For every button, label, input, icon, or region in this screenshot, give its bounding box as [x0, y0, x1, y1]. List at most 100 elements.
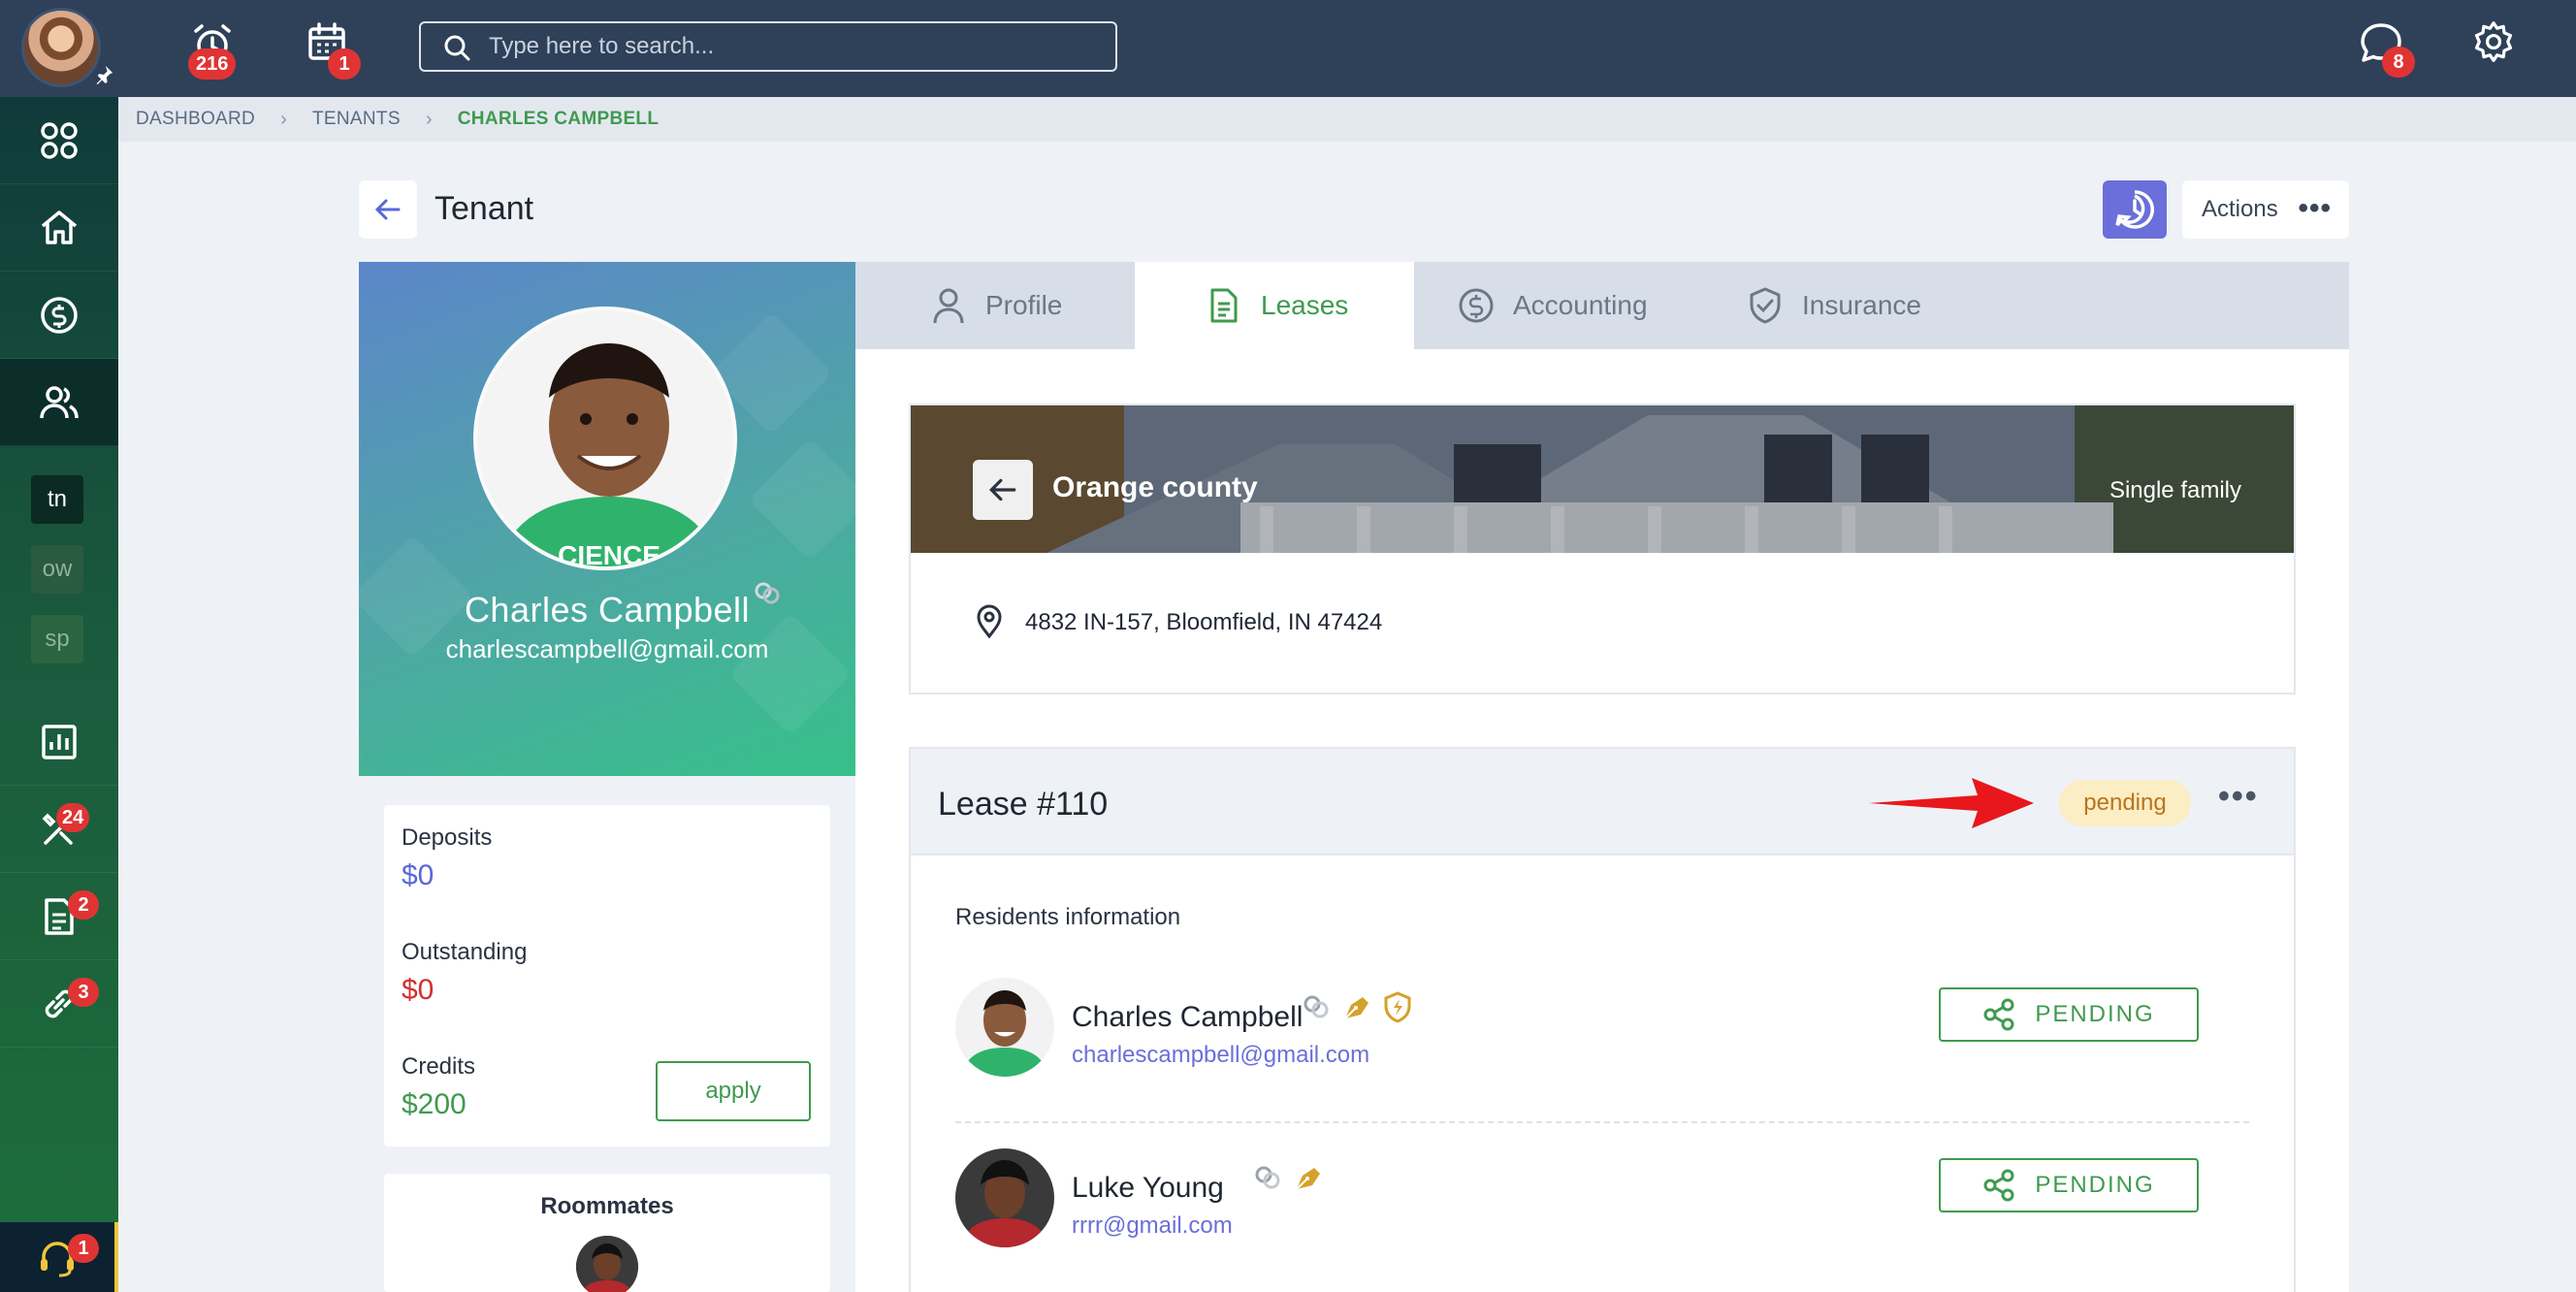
share-icon: [1983, 998, 2014, 1031]
tab-insurance[interactable]: Insurance: [1746, 262, 1959, 349]
documents-count-badge: 2: [68, 890, 99, 920]
sidebar-item-apps[interactable]: [0, 97, 118, 184]
resident-row: Charles Campbell charlescampbell@gmail.c…: [955, 978, 2249, 1110]
resident-email[interactable]: rrrr@gmail.com: [1072, 1212, 1233, 1240]
tenant-photo: CIENCE: [473, 307, 737, 570]
tab-leases[interactable]: Leases: [1135, 262, 1414, 349]
property-address: 4832 IN-157, Bloomfield, IN 47424: [1025, 609, 1383, 635]
lease-more-icon[interactable]: •••: [2218, 778, 2259, 816]
resident-name[interactable]: Luke Young: [1072, 1172, 1224, 1205]
lease-title: Lease #110: [938, 786, 1109, 823]
resident-avatar[interactable]: [955, 1148, 1054, 1247]
roommate-avatar[interactable]: [576, 1236, 638, 1292]
pin-icon: [96, 65, 113, 85]
deposits-label: Deposits: [402, 824, 493, 851]
calendar-count-badge: 1: [328, 48, 361, 80]
tab-leases-label: Leases: [1261, 290, 1349, 320]
breadcrumb: DASHBOARD › TENANTS › CHARLES CAMPBELL: [118, 97, 2576, 142]
search-box[interactable]: [419, 21, 1117, 72]
search-icon: [444, 35, 470, 61]
sidebar: tn ow sp 24 2 3: [0, 97, 118, 1292]
map-pin-icon: [977, 604, 1002, 638]
breadcrumb-tenants[interactable]: TENANTS: [312, 109, 401, 130]
resident-icons: [1252, 1162, 1324, 1193]
dollar-circle-icon: [1459, 288, 1494, 323]
settings-button[interactable]: [2471, 19, 2520, 68]
more-icon: •••: [2298, 192, 2332, 224]
back-button[interactable]: [359, 180, 417, 239]
links-count-badge: 3: [68, 978, 99, 1007]
chevron-right-icon: ›: [425, 108, 433, 130]
svg-text:CIENCE: CIENCE: [558, 540, 660, 570]
resident-name[interactable]: Charles Campbell: [1072, 1001, 1303, 1034]
shield-lightning-icon: [1384, 991, 1411, 1022]
outstanding-value: $0: [402, 974, 435, 1006]
home-icon: [41, 210, 78, 244]
resident-pending-button[interactable]: PENDING: [1939, 987, 2199, 1042]
tenant-email: charlescampbell@gmail.com: [445, 634, 769, 663]
search-input[interactable]: [489, 33, 1115, 60]
breadcrumb-dashboard[interactable]: DASHBOARD: [136, 109, 255, 130]
property-back-button[interactable]: [973, 460, 1033, 520]
deposits-value: $0: [402, 859, 435, 891]
resident-status-label: PENDING: [2035, 1001, 2155, 1027]
sidebar-item-home[interactable]: [0, 184, 118, 272]
resident-row: Luke Young rrrr@gmail.com PENDING: [955, 1148, 2249, 1280]
support-count-badge: 1: [68, 1234, 99, 1263]
sidebar-item-reports[interactable]: [0, 698, 118, 786]
row-divider: [955, 1121, 2249, 1123]
red-arrow-annotation: [1869, 778, 2034, 828]
apps-grid-icon: [41, 121, 78, 159]
property-banner-image: Orange county Single family: [911, 405, 2294, 553]
history-button[interactable]: [2103, 180, 2167, 239]
sidebar-item-people[interactable]: [0, 359, 118, 446]
actions-button[interactable]: Actions •••: [2182, 180, 2349, 239]
tab-accounting-label: Accounting: [1513, 290, 1648, 320]
tabs-bar: Profile Leases Accounting Insurance: [855, 262, 2349, 349]
chat-count-badge: 8: [2382, 47, 2415, 78]
sidebar-item-maintenance[interactable]: [0, 786, 118, 873]
tab-profile[interactable]: Profile: [929, 262, 1113, 349]
alarm-count-badge: 216: [188, 48, 237, 80]
resident-pending-button[interactable]: PENDING: [1939, 1158, 2199, 1212]
breadcrumb-current: CHARLES CAMPBELL: [457, 109, 660, 129]
apply-credits-button[interactable]: apply: [656, 1061, 811, 1121]
property-card[interactable]: Orange county Single family 4832 IN-157,…: [909, 404, 2296, 694]
sidebar-item-links[interactable]: [0, 960, 118, 1048]
share-icon: [1983, 1169, 2014, 1202]
arrow-left-icon: [374, 199, 401, 220]
pen-nib-icon: [1344, 997, 1368, 1019]
chain-link-icon: [755, 582, 780, 604]
residents-title: Residents information: [955, 904, 1181, 930]
tab-profile-label: Profile: [985, 290, 1063, 320]
sidebar-item-finance[interactable]: [0, 272, 118, 359]
clock-icon: [2115, 190, 2154, 229]
tab-accounting[interactable]: Accounting: [1457, 262, 1690, 349]
sidebar-tag-sp[interactable]: sp: [31, 615, 83, 663]
support-button[interactable]: [0, 1222, 118, 1292]
credits-label: Credits: [402, 1053, 476, 1080]
shield-check-icon: [1750, 287, 1781, 324]
resident-email[interactable]: charlescampbell@gmail.com: [1072, 1042, 1369, 1069]
credits-value: $200: [402, 1088, 467, 1120]
page-title: Tenant: [435, 190, 534, 227]
sidebar-tag-ow[interactable]: ow: [31, 545, 83, 594]
user-avatar[interactable]: [21, 8, 101, 87]
dollar-circle-icon: [41, 296, 78, 334]
resident-avatar[interactable]: [955, 978, 1054, 1077]
document-icon: [1210, 288, 1238, 323]
top-bar: 216 1 8: [0, 0, 2576, 97]
resident-icons: [1301, 991, 1413, 1022]
chevron-right-icon: ›: [280, 108, 288, 130]
property-type: Single family: [2109, 477, 2241, 503]
chain-link-icon: [1255, 1166, 1280, 1189]
users-icon: [40, 385, 79, 418]
sidebar-item-documents[interactable]: [0, 873, 118, 960]
bar-chart-icon: [42, 724, 77, 759]
tab-insurance-label: Insurance: [1802, 290, 1921, 320]
lease-card: Lease #110 pending ••• Residents informa…: [909, 747, 2296, 1292]
sidebar-tag-tn[interactable]: tn: [31, 475, 83, 524]
outstanding-label: Outstanding: [402, 939, 528, 965]
arrow-left-icon: [989, 478, 1016, 501]
balances-card: Deposits $0 Outstanding $0 Credits $200 …: [384, 805, 830, 1147]
